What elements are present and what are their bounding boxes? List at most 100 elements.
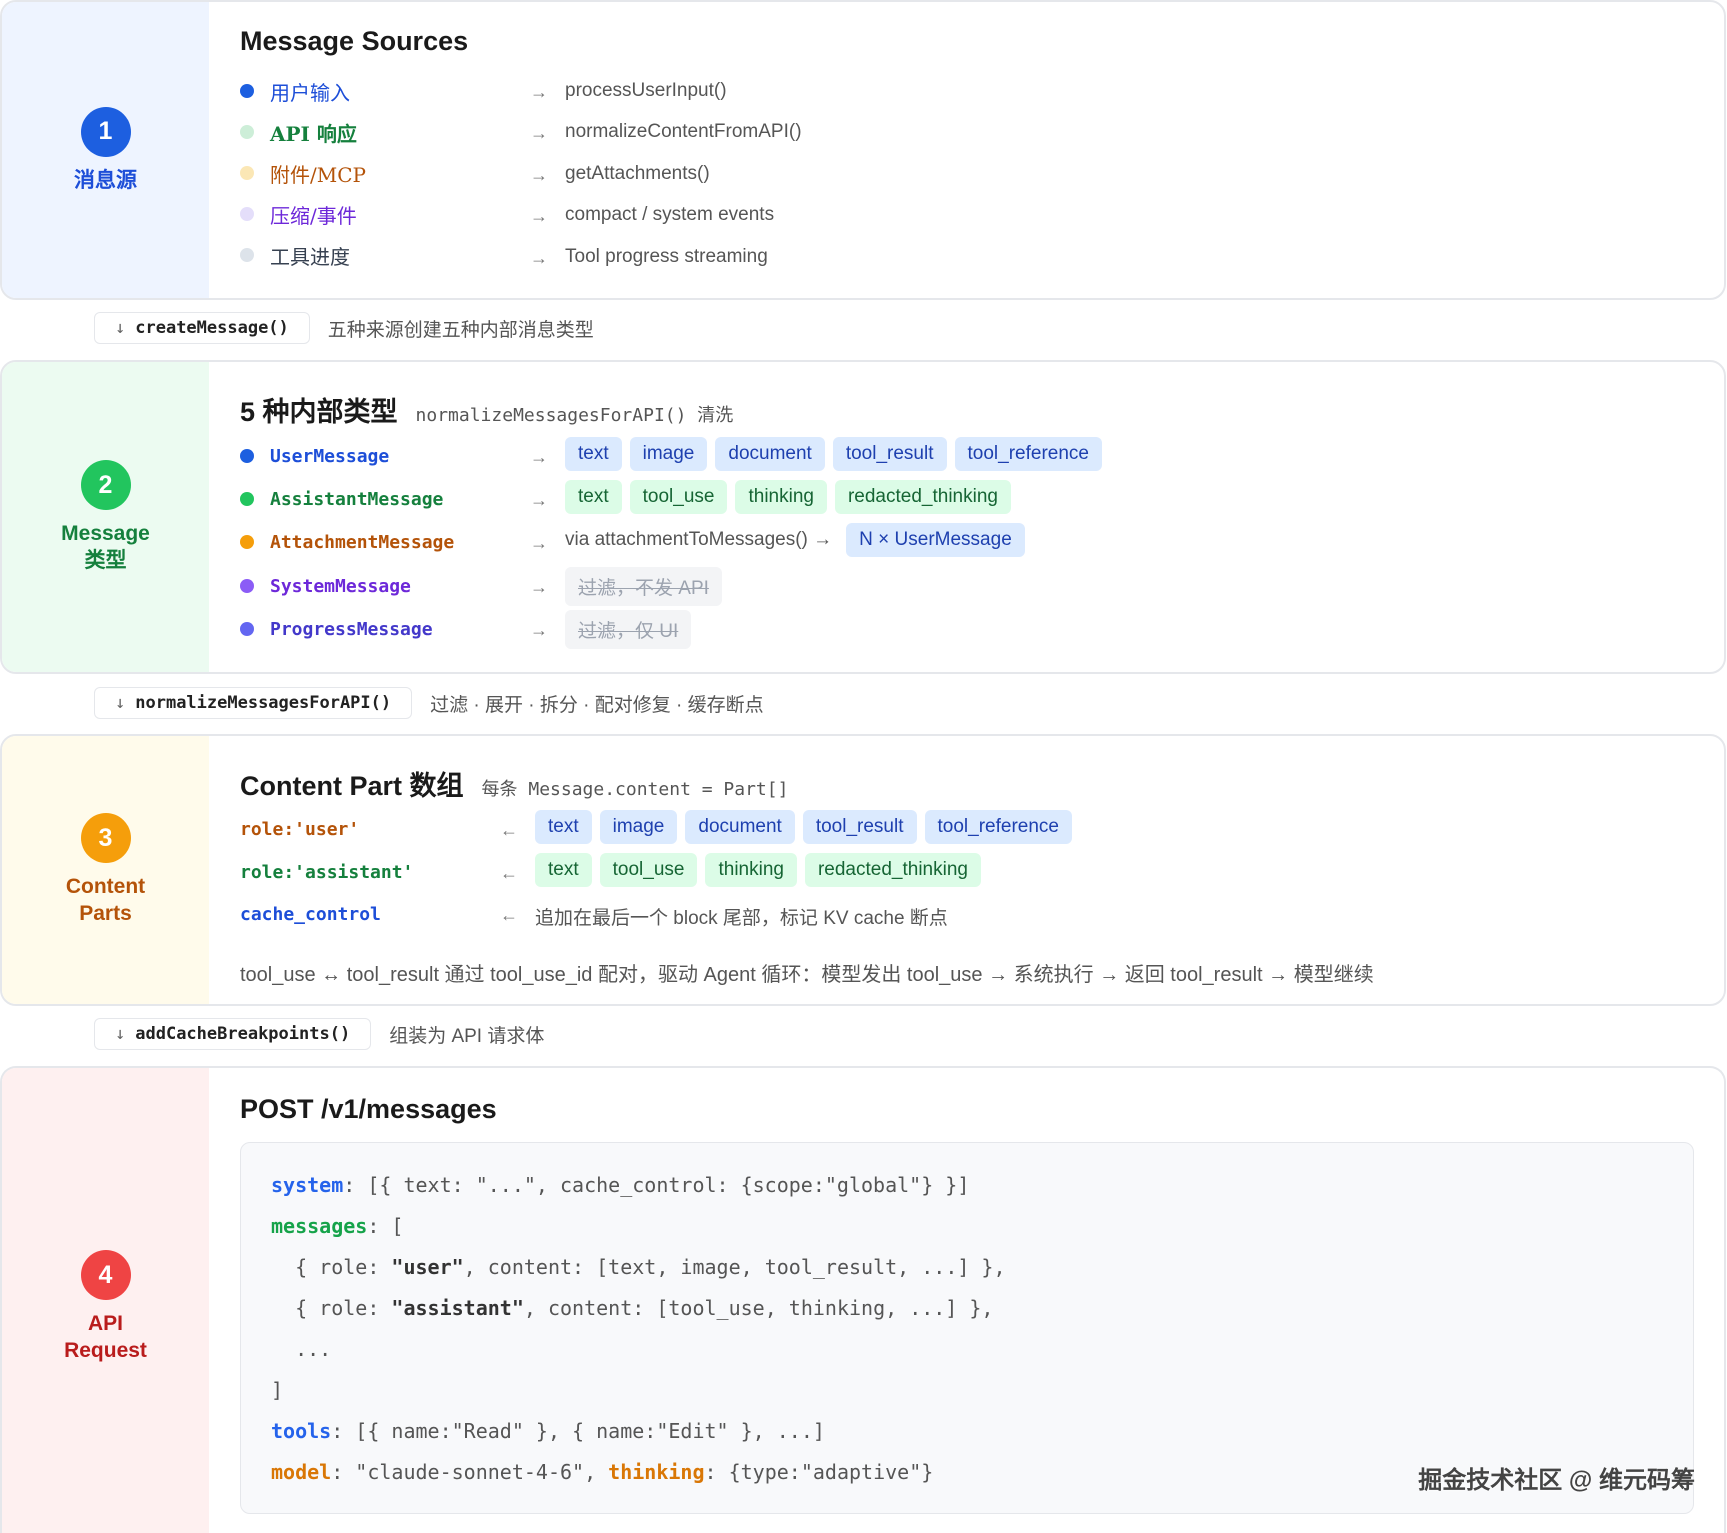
message-type-name: ProgressMessage: [270, 618, 433, 640]
message-type-row: SystemMessage: [240, 567, 411, 605]
arrow-down-icon: ↓: [115, 693, 126, 713]
step-badge-1: 1: [80, 106, 131, 157]
content-chips: text image document tool_result tool_ref…: [565, 437, 1110, 471]
role-row: role:'assistant': [240, 853, 413, 891]
code-value: : [: [367, 1214, 404, 1238]
code-value: { role:: [271, 1255, 392, 1279]
content-chips: 过滤，仅 UI: [565, 610, 699, 649]
bullet-dot-icon: [240, 125, 254, 139]
source-target: processUserInput(): [565, 80, 727, 101]
code-value: , content: [text, image, tool_result, ..…: [463, 1255, 1006, 1279]
source-row: API 响应: [240, 113, 357, 151]
chip-text: text: [535, 853, 592, 887]
chip-tool-reference: tool_reference: [924, 810, 1072, 844]
arrow-left-icon: ←: [500, 905, 518, 925]
connector-function-box: ↓ addCacheBreakpoints(): [94, 1018, 372, 1050]
arrow-right-icon: →: [530, 490, 548, 510]
code-line-messages: messages: [: [271, 1206, 1663, 1247]
section-3-title: Content Part 数组 每条 Message.content = Part…: [240, 764, 788, 803]
arrow-right-icon: →: [530, 165, 548, 185]
chip-tool-reference: tool_reference: [954, 437, 1102, 471]
arrow-right-icon: →: [530, 248, 548, 268]
section-4-title: POST /v1/messages: [240, 1094, 497, 1124]
section-1-title: Message Sources: [240, 26, 469, 56]
source-row: 工具进度: [240, 236, 350, 274]
bullet-dot-icon: [240, 535, 254, 549]
connector-description: 五种来源创建五种内部消息类型: [327, 319, 594, 341]
agent-loop-note: tool_use ↔ tool_result 通过 tool_use_id 配对…: [240, 964, 1374, 986]
section-3-sidebar: 3 Content Parts: [2, 736, 209, 1004]
role-label: role:'assistant': [240, 861, 414, 883]
bullet-dot-icon: [240, 207, 254, 221]
chip-tool-result: tool_result: [802, 810, 917, 844]
code-line-tools: tools: [{ name:"Read" }, { name:"Edit" }…: [271, 1411, 1663, 1452]
bullet-dot-icon: [240, 449, 254, 463]
message-type-name: AttachmentMessage: [270, 531, 455, 553]
bullet-dot-icon: [240, 84, 254, 98]
code-value: : {type:"adaptive"}: [704, 1460, 934, 1484]
arrow-right-icon: →: [530, 206, 548, 226]
role-row: cache_control: [240, 895, 381, 933]
content-chips: text tool_use thinking redacted_thinking: [565, 480, 1019, 514]
connector-function: normalizeMessagesForAPI(): [135, 693, 392, 713]
bullet-dot-icon: [240, 492, 254, 506]
message-type-row: ProgressMessage: [240, 610, 433, 648]
step-badge-3: 3: [80, 813, 131, 863]
chip-tool-result: tool_result: [832, 437, 947, 471]
code-string: "assistant": [391, 1296, 524, 1320]
arrow-right-icon: →: [530, 447, 548, 467]
source-row: 附件/MCP: [240, 154, 366, 192]
code-string: "user": [391, 1255, 464, 1279]
code-key-thinking: thinking: [608, 1460, 705, 1484]
code-value: , content: [tool_use, thinking, ...] },: [523, 1296, 994, 1320]
chip-thinking: thinking: [705, 853, 797, 887]
bullet-dot-icon: [240, 248, 254, 262]
step-label-1: 消息源: [74, 168, 137, 192]
section-4-sidebar: 4 API Request: [2, 1068, 209, 1533]
chip-text: text: [565, 437, 622, 471]
chip-redacted-thinking: redacted_thinking: [834, 480, 1011, 514]
connector-function: addCacheBreakpoints(): [135, 1024, 351, 1044]
role-label: cache_control: [240, 903, 381, 925]
code-line-ellipsis: ...: [271, 1337, 332, 1361]
bullet-dot-icon: [240, 166, 254, 180]
cache-control-note: 追加在最后一个 block 尾部，标记 KV cache 断点: [535, 908, 948, 929]
source-label: 压缩/事件: [270, 203, 357, 228]
chip-image: image: [629, 437, 708, 471]
arrow-left-icon: ←: [500, 820, 518, 840]
section-2-sidebar: 2 Message 类型: [2, 362, 209, 672]
section-2-title-note: normalizeMessagesForAPI() 清洗: [415, 405, 734, 426]
connector-function-box: ↓ createMessage(): [94, 312, 310, 344]
connector-description: 过滤 · 展开 · 拆分 · 配对修复 · 缓存断点: [430, 694, 764, 716]
step-label-4: API Request: [64, 1312, 147, 1362]
source-row: 压缩/事件: [240, 195, 357, 233]
section-3-title-text: Content Part 数组: [240, 771, 464, 801]
connector-add-cache-breakpoints: ↓ addCacheBreakpoints() 组装为 API 请求体: [94, 1018, 544, 1050]
chip-text: text: [535, 810, 592, 844]
chip-redacted-thinking: redacted_thinking: [804, 853, 981, 887]
bullet-dot-icon: [240, 579, 254, 593]
chip-filtered-ui-only: 过滤，仅 UI: [565, 610, 692, 649]
connector-description: 组装为 API 请求体: [389, 1025, 545, 1047]
section-content-parts: 3 Content Parts Content Part 数组 每条 Messag…: [0, 734, 1726, 1006]
content-chips: text tool_use thinking redacted_thinking: [535, 853, 989, 887]
code-value: : [{ text: "...", cache_control: {scope:…: [343, 1173, 970, 1197]
content-chips: via attachmentToMessages() → N × UserMes…: [565, 523, 1033, 557]
step-badge-4: 4: [80, 1250, 131, 1300]
code-key-model: model: [271, 1460, 332, 1484]
message-type-name: AssistantMessage: [270, 488, 444, 510]
message-type-row: UserMessage: [240, 437, 389, 475]
chip-tool-use: tool_use: [629, 480, 728, 514]
step-label-2: Message 类型: [61, 522, 150, 572]
step-badge-2: 2: [80, 460, 131, 510]
request-code-block: system: [{ text: "...", cache_control: {…: [240, 1142, 1694, 1514]
source-target: normalizeContentFromAPI(): [565, 121, 802, 142]
chip-text: text: [565, 480, 622, 514]
message-type-name: SystemMessage: [270, 575, 411, 597]
code-line-user-message: { role: "user", content: [text, image, t…: [271, 1247, 1663, 1288]
code-key-tools: tools: [271, 1419, 332, 1443]
arrow-down-icon: ↓: [115, 318, 126, 338]
code-value: : [{ name:"Read" }, { name:"Edit" }, ...…: [331, 1419, 825, 1443]
arrow-right-icon: →: [530, 82, 548, 102]
arrow-left-icon: ←: [500, 863, 518, 883]
